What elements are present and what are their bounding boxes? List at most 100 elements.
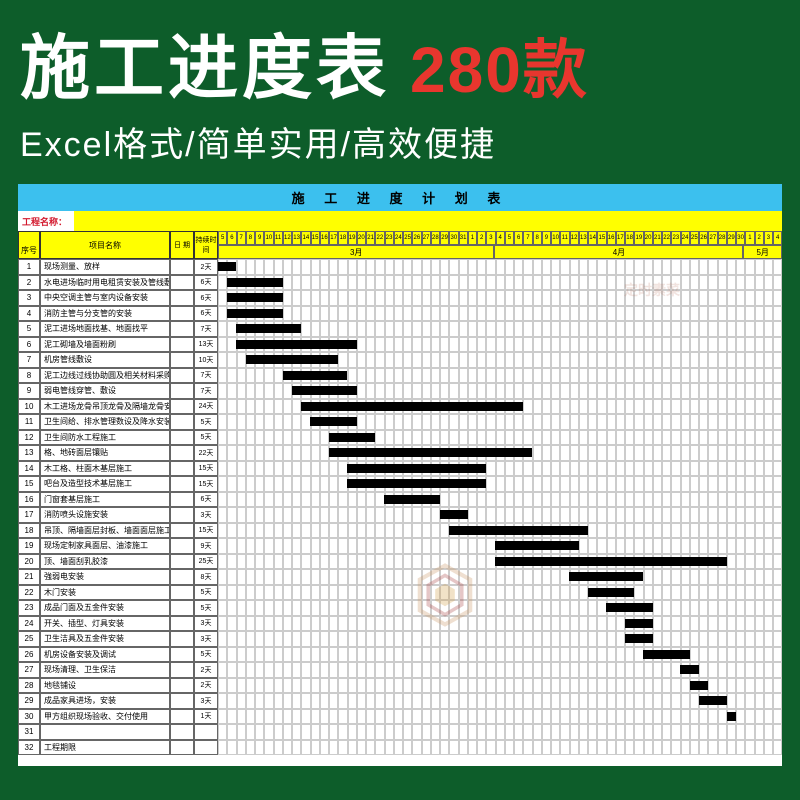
dur-cell: 15天 (194, 461, 218, 477)
gantt-bar (606, 603, 652, 612)
month-cell: 4月 (494, 245, 743, 259)
gantt-area (218, 492, 782, 508)
seq-cell: 10 (18, 399, 40, 415)
day-cell: 25 (403, 231, 412, 245)
gantt-bar (329, 448, 532, 457)
name-cell: 木工格、柱面木基层施工 (40, 461, 170, 477)
name-cell: 強弱电安装 (40, 569, 170, 585)
day-cell: 5 (218, 231, 227, 245)
day-cell: 27 (422, 231, 431, 245)
gantt-area (218, 538, 782, 554)
seq-cell: 28 (18, 678, 40, 694)
table-row: 14木工格、柱面木基层施工 15天 (18, 461, 782, 477)
name-cell: 现场清理、卫生保洁 (40, 662, 170, 678)
day-cell: 10 (264, 231, 273, 245)
dur-cell: 22天 (194, 445, 218, 461)
spacer-cell (170, 709, 194, 725)
name-cell: 卫生间防水工程施工 (40, 430, 170, 446)
table-row: 27现场清理、卫生保洁2天 (18, 662, 782, 678)
spacer-cell (170, 290, 194, 306)
month-cell: 5月 (743, 245, 782, 259)
gantt-bar (227, 309, 282, 318)
seq-cell: 25 (18, 631, 40, 647)
gantt-area (218, 740, 782, 756)
dur-cell: 2天 (194, 662, 218, 678)
dur-cell: 3天 (194, 507, 218, 523)
seq-cell: 15 (18, 476, 40, 492)
day-cell: 1 (745, 231, 754, 245)
name-cell: 成品门面及五金件安装 (40, 600, 170, 616)
gantt-area (218, 724, 782, 740)
gantt-bar (246, 355, 338, 364)
seq-cell: 4 (18, 306, 40, 322)
day-cell: 4 (773, 231, 782, 245)
day-cell: 24 (394, 231, 403, 245)
dur-cell: 5天 (194, 647, 218, 663)
gantt-bar (347, 464, 486, 473)
day-cell: 15 (597, 231, 606, 245)
name-cell: 机房管线敷设 (40, 352, 170, 368)
day-cell: 20 (357, 231, 366, 245)
spacer-cell (170, 383, 194, 399)
day-cell: 26 (699, 231, 708, 245)
spacer-cell (170, 740, 194, 756)
seq-cell: 14 (18, 461, 40, 477)
dur-cell: 7天 (194, 368, 218, 384)
spreadsheet: 施 工 进 度 计 划 表 工程名称： 序号 项目名称 日 期 持续时间 567… (18, 184, 782, 766)
day-cell: 23 (385, 231, 394, 245)
seq-cell: 29 (18, 693, 40, 709)
dur-cell: 5天 (194, 430, 218, 446)
gantt-area (218, 507, 782, 523)
day-cell: 10 (551, 231, 560, 245)
table-row: 1现场测量、放样2天 (18, 259, 782, 275)
gantt-area (218, 662, 782, 678)
day-cell: 11 (274, 231, 283, 245)
hexagon-icon (410, 560, 480, 630)
gantt-area (218, 569, 782, 585)
spacer-cell (170, 414, 194, 430)
day-cell: 11 (560, 231, 569, 245)
gantt-bar (384, 495, 439, 504)
seq-cell: 17 (18, 507, 40, 523)
gantt-area (218, 647, 782, 663)
gantt-bar (227, 293, 282, 302)
gantt-bar (347, 479, 486, 488)
dur-cell: 5天 (194, 414, 218, 430)
day-cell: 30 (736, 231, 745, 245)
seq-cell: 3 (18, 290, 40, 306)
table-row: 15吧台及造型技术基层施工15天 (18, 476, 782, 492)
dur-cell (194, 740, 218, 756)
table-row: 25卫生洁具及五金件安装3天 (18, 631, 782, 647)
gantt-bar (236, 324, 301, 333)
day-cell: 15 (311, 231, 320, 245)
day-cell: 17 (616, 231, 625, 245)
gantt-bar (227, 278, 282, 287)
gantt-bar (310, 417, 356, 426)
seq-cell: 12 (18, 430, 40, 446)
dur-cell: 3天 (194, 616, 218, 632)
dur-cell: 7天 (194, 383, 218, 399)
gantt-area (218, 585, 782, 601)
gantt-bar (329, 433, 375, 442)
gantt-bar (643, 650, 689, 659)
day-cell: 22 (662, 231, 671, 245)
gantt-area (218, 631, 782, 647)
day-cell: 21 (366, 231, 375, 245)
gantt-area (218, 399, 782, 415)
day-cell: 13 (579, 231, 588, 245)
gantt-area (218, 259, 782, 275)
table-row: 21強弱电安装8天 (18, 569, 782, 585)
dur-cell: 1天 (194, 709, 218, 725)
gantt-bar (680, 665, 698, 674)
name-cell: 泥工进场地面找基、地面找平 (40, 321, 170, 337)
name-cell: 成品家具进场，安装 (40, 693, 170, 709)
day-cell: 29 (727, 231, 736, 245)
seq-cell: 21 (18, 569, 40, 585)
name-cell: 中央空调主管与室内设备安装 (40, 290, 170, 306)
gantt-bar (625, 619, 653, 628)
day-cell: 7 (237, 231, 246, 245)
data-rows: 1现场测量、放样2天2水电进场临时用电租赁安装及管线敷设套管6天3中央空调主管与… (18, 259, 782, 755)
name-cell: 水电进场临时用电租赁安装及管线敷设套管 (40, 275, 170, 291)
seq-cell: 13 (18, 445, 40, 461)
day-cell: 6 (514, 231, 523, 245)
